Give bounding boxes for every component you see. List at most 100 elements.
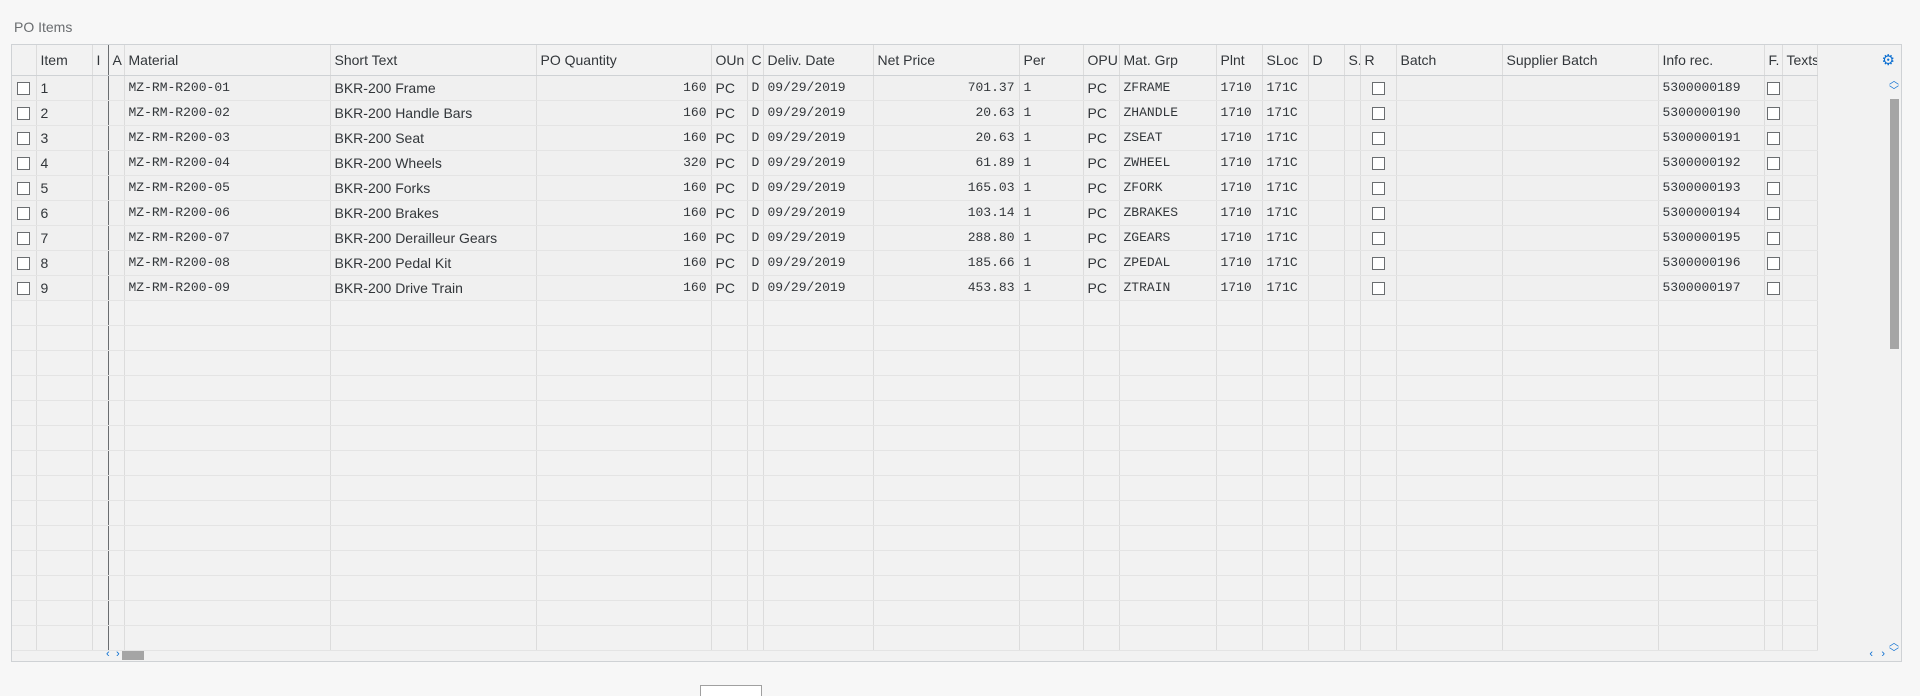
cell-r-checkbox[interactable] bbox=[1360, 225, 1397, 251]
column-header-supplier-batch[interactable]: Supplier Batch bbox=[1502, 45, 1659, 76]
row-select-checkbox[interactable] bbox=[12, 75, 37, 101]
cell-f-checkbox[interactable] bbox=[1764, 225, 1783, 251]
column-header-sloc[interactable]: SLoc bbox=[1262, 45, 1309, 76]
cell-f-checkbox[interactable] bbox=[1764, 75, 1783, 101]
column-header-s[interactable]: S. bbox=[1344, 45, 1361, 76]
checkbox[interactable] bbox=[17, 257, 31, 271]
row-select-checkbox[interactable] bbox=[12, 175, 37, 201]
checkbox[interactable] bbox=[1766, 207, 1780, 221]
column-header-a[interactable]: A bbox=[108, 45, 125, 76]
column-header-mat-grp[interactable]: Mat. Grp bbox=[1119, 45, 1217, 76]
checkbox[interactable] bbox=[1766, 282, 1780, 296]
column-header-oun[interactable]: OUn bbox=[711, 45, 748, 76]
checkbox[interactable] bbox=[17, 182, 31, 196]
row-select-checkbox[interactable] bbox=[12, 275, 37, 301]
row-select-checkbox[interactable] bbox=[12, 200, 37, 226]
checkbox[interactable] bbox=[1766, 132, 1780, 146]
checkbox[interactable] bbox=[1371, 232, 1385, 246]
checkbox[interactable] bbox=[17, 232, 31, 246]
scroll-right-icon[interactable]: › bbox=[116, 648, 120, 660]
column-header-i[interactable]: I bbox=[92, 45, 109, 76]
checkbox[interactable] bbox=[1371, 82, 1385, 96]
bottom-button[interactable] bbox=[700, 685, 762, 696]
checkbox[interactable] bbox=[1766, 107, 1780, 121]
cell-r-checkbox[interactable] bbox=[1360, 75, 1397, 101]
row-select-checkbox[interactable] bbox=[12, 125, 37, 151]
scroll-thumb[interactable] bbox=[1890, 99, 1899, 349]
table-row[interactable]: 4 MZ-RM-R200-04 BKR-200 Wheels 320 PC D 09/29/… bbox=[12, 150, 1818, 176]
cell-r-checkbox[interactable] bbox=[1360, 250, 1397, 276]
scroll-up-icon[interactable]: ﹀ bbox=[1889, 87, 1899, 97]
cell-f-checkbox[interactable] bbox=[1764, 275, 1783, 301]
checkbox[interactable] bbox=[1766, 82, 1780, 96]
table-row[interactable]: 1 MZ-RM-R200-01 BKR-200 Frame 160 PC D 09/29/2… bbox=[12, 75, 1818, 101]
column-header-deliv-date[interactable]: Deliv. Date bbox=[763, 45, 874, 76]
checkbox[interactable] bbox=[1766, 232, 1780, 246]
vertical-scrollbar[interactable]: ︿ ﹀ ︿ ﹀ bbox=[1887, 75, 1901, 661]
column-header-po-quantity[interactable]: PO Quantity bbox=[536, 45, 712, 76]
cell-r-checkbox[interactable] bbox=[1360, 150, 1397, 176]
table-row[interactable]: 3 MZ-RM-R200-03 BKR-200 Seat 160 PC D 09/29/20… bbox=[12, 125, 1818, 151]
table-row[interactable]: 2 MZ-RM-R200-02 BKR-200 Handle Bars 160 PC D 0… bbox=[12, 100, 1818, 126]
cell-f-checkbox[interactable] bbox=[1764, 125, 1783, 151]
column-header-d[interactable]: D bbox=[1308, 45, 1345, 76]
column-header-plnt[interactable]: Plnt bbox=[1216, 45, 1263, 76]
checkbox[interactable] bbox=[1371, 207, 1385, 221]
checkbox[interactable] bbox=[17, 207, 31, 221]
cell-f-checkbox[interactable] bbox=[1764, 150, 1783, 176]
row-select-checkbox[interactable] bbox=[12, 225, 37, 251]
checkbox[interactable] bbox=[1371, 107, 1385, 121]
scroll-right-icon[interactable]: › bbox=[1881, 648, 1885, 660]
table-row[interactable]: 6 MZ-RM-R200-06 BKR-200 Brakes 160 PC D 09/29/… bbox=[12, 200, 1818, 226]
row-select-checkbox[interactable] bbox=[12, 150, 37, 176]
row-select-checkbox[interactable] bbox=[12, 100, 37, 126]
table-row[interactable]: 5 MZ-RM-R200-05 BKR-200 Forks 160 PC D 09/29/2… bbox=[12, 175, 1818, 201]
cell-r-checkbox[interactable] bbox=[1360, 275, 1397, 301]
column-header-info-rec[interactable]: Info rec. bbox=[1658, 45, 1765, 76]
checkbox[interactable] bbox=[1766, 257, 1780, 271]
checkbox[interactable] bbox=[17, 132, 31, 146]
select-all-header[interactable] bbox=[12, 45, 37, 76]
column-header-item[interactable]: Item bbox=[36, 45, 93, 76]
checkbox[interactable] bbox=[17, 157, 31, 171]
cell-f-checkbox[interactable] bbox=[1764, 100, 1783, 126]
column-header-f[interactable]: F. bbox=[1764, 45, 1783, 76]
scroll-left-icon[interactable]: ‹ bbox=[106, 648, 110, 660]
cell-r-checkbox[interactable] bbox=[1360, 175, 1397, 201]
scroll-thumb[interactable] bbox=[122, 651, 144, 660]
cell-r-checkbox[interactable] bbox=[1360, 200, 1397, 226]
cell-f-checkbox[interactable] bbox=[1764, 250, 1783, 276]
checkbox[interactable] bbox=[1371, 282, 1385, 296]
scroll-left-icon[interactable]: ‹ bbox=[1869, 648, 1873, 660]
checkbox[interactable] bbox=[1371, 132, 1385, 146]
checkbox[interactable] bbox=[17, 107, 31, 121]
checkbox[interactable] bbox=[1371, 157, 1385, 171]
column-header-opu[interactable]: OPU bbox=[1083, 45, 1120, 76]
column-header-short-text[interactable]: Short Text bbox=[330, 45, 537, 76]
cell-f-checkbox[interactable] bbox=[1764, 200, 1783, 226]
column-header-material[interactable]: Material bbox=[124, 45, 331, 76]
table-row[interactable]: 8 MZ-RM-R200-08 BKR-200 Pedal Kit 160 PC D 09/… bbox=[12, 250, 1818, 276]
gear-icon[interactable]: ⚙ bbox=[1882, 51, 1895, 69]
cell-r-checkbox[interactable] bbox=[1360, 125, 1397, 151]
checkbox[interactable] bbox=[1766, 182, 1780, 196]
row-select-checkbox[interactable] bbox=[12, 250, 37, 276]
cell-f-checkbox[interactable] bbox=[1764, 175, 1783, 201]
horizontal-scrollbar[interactable]: ‹ › ‹ › bbox=[92, 647, 1887, 661]
scroll-down-icon[interactable]: ﹀ bbox=[1889, 649, 1899, 659]
checkbox[interactable] bbox=[1766, 157, 1780, 171]
table-row[interactable]: 9 MZ-RM-R200-09 BKR-200 Drive Train 160 PC D 0… bbox=[12, 275, 1818, 301]
checkbox[interactable] bbox=[1371, 182, 1385, 196]
column-header-per[interactable]: Per bbox=[1019, 45, 1084, 76]
checkbox[interactable] bbox=[17, 82, 31, 96]
table-row[interactable]: 7 MZ-RM-R200-07 BKR-200 Derailleur Gears 16… bbox=[12, 225, 1818, 251]
empty-cell bbox=[1360, 600, 1397, 626]
checkbox[interactable] bbox=[17, 282, 31, 296]
cell-r-checkbox[interactable] bbox=[1360, 100, 1397, 126]
column-header-net-price[interactable]: Net Price bbox=[873, 45, 1020, 76]
column-header-r[interactable]: R bbox=[1360, 45, 1397, 76]
column-header-c[interactable]: C bbox=[747, 45, 764, 76]
checkbox[interactable] bbox=[1371, 257, 1385, 271]
column-header-batch[interactable]: Batch bbox=[1396, 45, 1503, 76]
column-header-texts[interactable]: Texts bbox=[1782, 45, 1818, 76]
